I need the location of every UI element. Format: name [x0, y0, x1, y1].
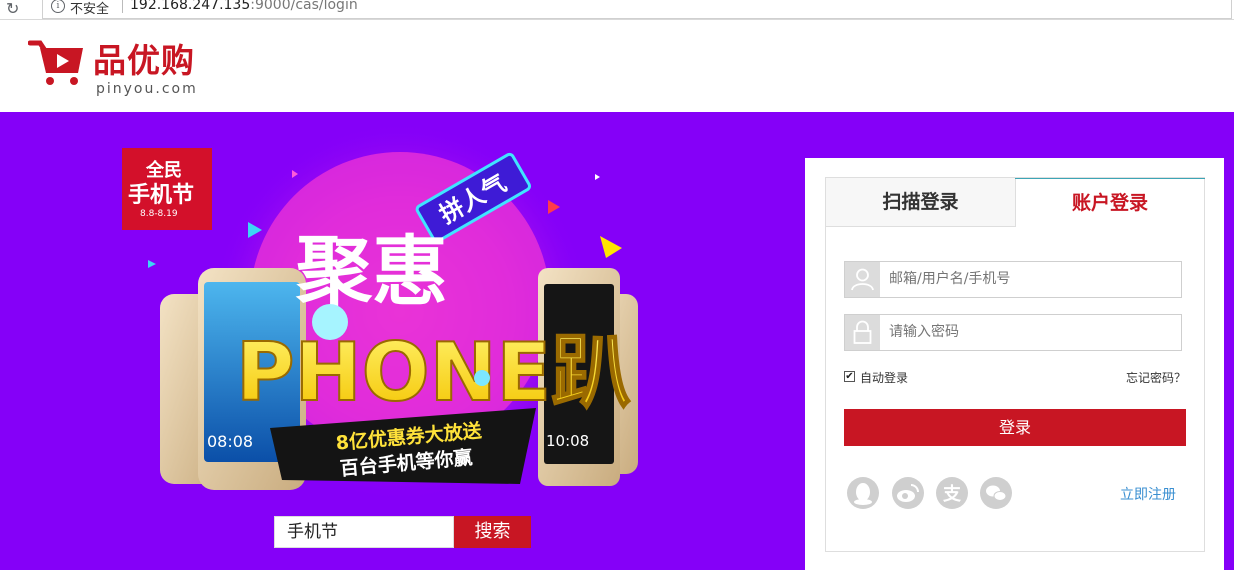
confetti-triangle	[600, 236, 622, 258]
url-host: 192.168.247.135	[130, 0, 251, 13]
promo-banner-artwork: 08:08 10:08 拼人气 聚惠 PHONE趴 8亿优惠券大放送 百台手机等…	[122, 122, 638, 502]
site-header: 品优购 pinyou.com	[0, 21, 1234, 112]
banner-search-button[interactable]: 搜索	[454, 516, 531, 548]
url-path: :9000/cas/login	[250, 0, 358, 13]
forgot-password-link[interactable]: 忘记密码？	[1126, 369, 1186, 386]
auto-login-label[interactable]: 自动登录	[860, 369, 908, 386]
confetti-triangle	[595, 174, 600, 180]
username-input[interactable]	[889, 262, 1174, 297]
tab-account-login[interactable]: 账户登录	[1015, 178, 1205, 227]
promo-banner: 08:08 10:08 拼人气 聚惠 PHONE趴 8亿优惠券大放送 百台手机等…	[0, 112, 1234, 570]
username-field[interactable]	[844, 261, 1182, 298]
login-options-row: ✔ 自动登录 忘记密码？	[844, 369, 1186, 387]
reload-icon[interactable]: ↻	[6, 0, 19, 18]
info-icon[interactable]: i	[51, 0, 65, 13]
phone-clock-left: 08:08	[207, 432, 253, 451]
register-link[interactable]: 立即注册	[1120, 484, 1176, 504]
logo-english-text[interactable]: pinyou.com	[96, 81, 198, 97]
password-input[interactable]	[889, 315, 1174, 350]
wechat-icon[interactable]	[980, 477, 1012, 509]
browser-address-bar: ↻ i 不安全 192.168.247.135:9000/cas/login	[0, 0, 1234, 20]
login-panel: 扫描登录 账户登录 邮箱/用户名/手机号 请输入密码 ✔ 自动登录 忘记密码？ …	[805, 158, 1224, 570]
banner-search-input[interactable]: 手机节	[274, 516, 454, 548]
url-separator	[122, 0, 123, 13]
phone-clock-right: 10:08	[546, 432, 589, 450]
qq-icon[interactable]	[847, 477, 879, 509]
lock-icon	[845, 315, 880, 350]
event-badge-line2: 手机节	[128, 183, 194, 208]
login-box: 扫描登录 账户登录 邮箱/用户名/手机号 请输入密码 ✔ 自动登录 忘记密码？ …	[825, 177, 1205, 552]
url-box[interactable]: i 不安全 192.168.247.135:9000/cas/login	[42, 0, 1232, 19]
weibo-icon[interactable]	[892, 477, 924, 509]
password-field[interactable]	[844, 314, 1182, 351]
event-badge-line1: 全民	[145, 159, 182, 181]
event-badge-date: 8.8-8.19	[140, 209, 178, 219]
user-icon	[845, 262, 880, 297]
alipay-icon[interactable]: 支	[936, 477, 968, 509]
shopping-cart-logo-icon[interactable]	[28, 39, 86, 87]
confetti-triangle	[148, 260, 156, 268]
auto-login-checkbox[interactable]: ✔	[844, 371, 855, 382]
svg-text:支: 支	[942, 483, 962, 505]
decor-ball	[474, 370, 490, 386]
tab-scan-login[interactable]: 扫描登录	[826, 178, 1016, 227]
headline-english: PHONE趴	[236, 326, 631, 419]
url-text[interactable]: 192.168.247.135:9000/cas/login	[130, 0, 358, 13]
security-label[interactable]: 不安全	[70, 0, 109, 17]
decor-ball	[312, 304, 348, 340]
login-submit-button[interactable]: 登录	[844, 409, 1186, 446]
logo-chinese-text[interactable]: 品优购	[93, 43, 195, 79]
headline-chinese: 聚惠	[295, 227, 448, 316]
